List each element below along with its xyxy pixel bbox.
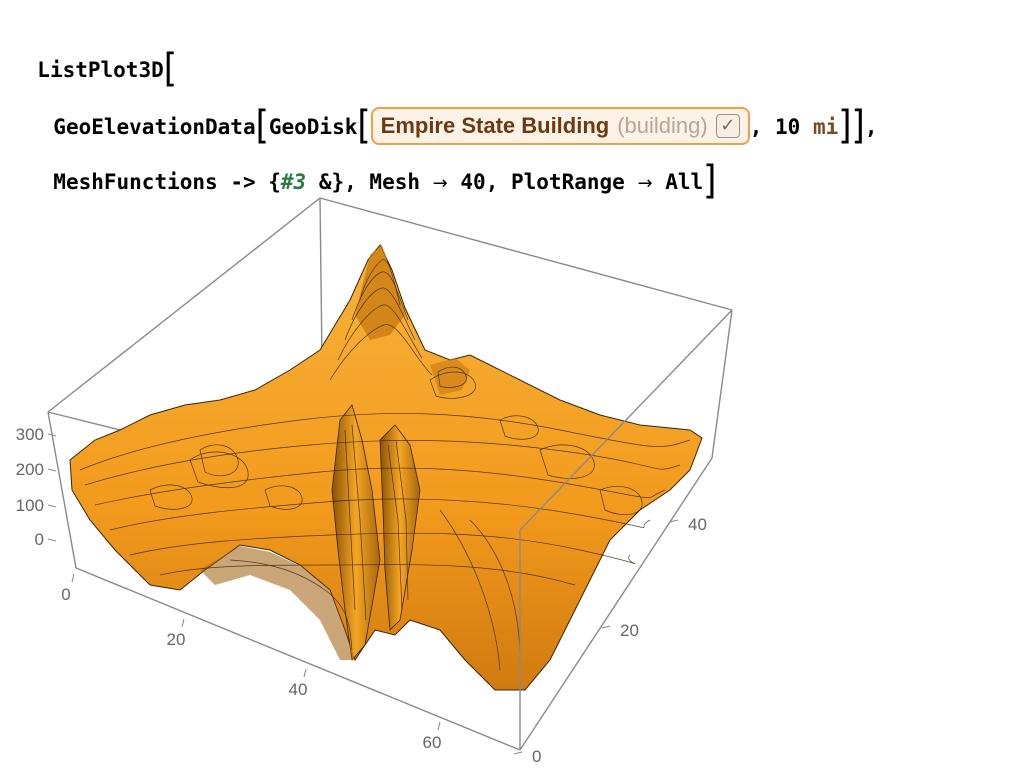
x-tick-label-mark — [71, 573, 75, 583]
z-tick-label-mark — [47, 504, 57, 508]
close-bracket: ] — [838, 103, 852, 149]
x-tick-label-mark — [181, 618, 185, 628]
elevation-surface[interactable] — [69, 244, 703, 691]
trailing-comma: , — [864, 115, 878, 139]
x-tick-label: 60 — [423, 733, 442, 752]
z-axis-ticks: 300 200 100 0 — [16, 425, 57, 549]
x-tick-label: 0 — [61, 585, 70, 604]
x-tick-label-mark — [437, 721, 441, 731]
separator: , — [749, 115, 776, 139]
z-tick-label-mark — [47, 468, 57, 472]
x-tick-label-mark — [303, 668, 307, 678]
y-tick-label: 20 — [620, 621, 639, 640]
checkmark-icon[interactable]: ✓ — [715, 114, 740, 138]
z-tick-label-mark — [47, 538, 57, 542]
x-tick-label: 20 — [167, 630, 186, 649]
y-tick-label: 0 — [532, 747, 541, 766]
code-line-1[interactable]: ListPlot3D[ — [12, 24, 177, 88]
z-tick-label: 300 — [16, 425, 44, 444]
z-tick-label: 200 — [16, 460, 44, 479]
z-tick-label: 0 — [35, 530, 44, 549]
listplot3d-output[interactable]: 300 200 100 0 0 20 40 60 0 20 40 — [0, 190, 760, 780]
quantity-value[interactable]: 10 — [775, 115, 800, 139]
x-tick-label: 40 — [289, 680, 308, 699]
y-tick-label-mark — [601, 625, 611, 629]
y-tick-label-mark — [513, 751, 523, 755]
quantity-unit[interactable]: mi — [813, 115, 838, 139]
y-tick-label: 40 — [688, 515, 707, 534]
z-tick-label: 100 — [16, 496, 44, 515]
close-bracket: ] — [851, 103, 865, 149]
